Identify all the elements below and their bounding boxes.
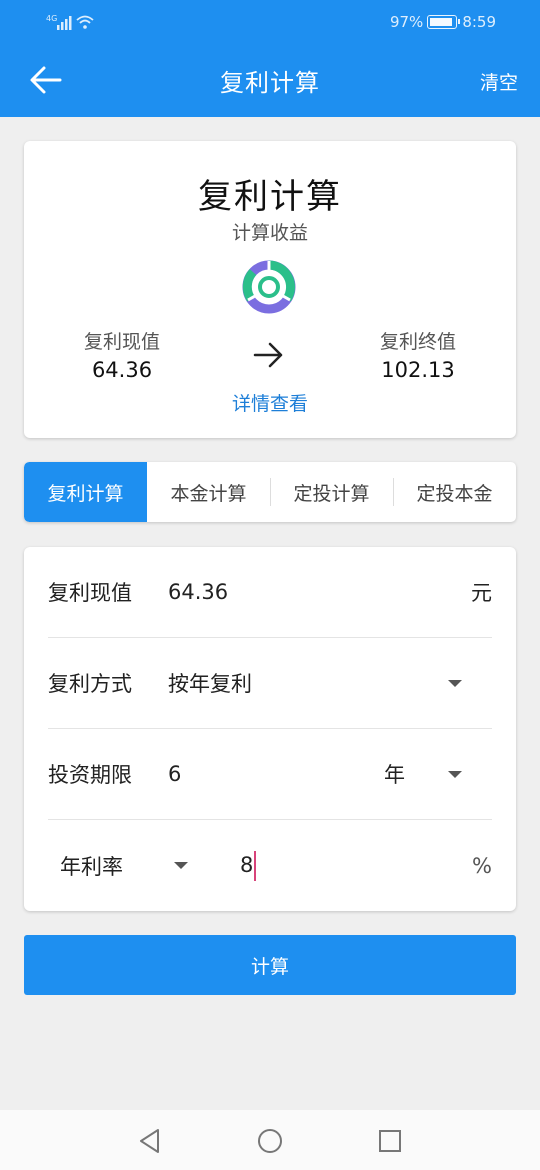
square-recents-icon[interactable]	[375, 1126, 405, 1156]
rate-input[interactable]: 8	[240, 850, 257, 881]
signal-icon: 4G	[46, 14, 94, 30]
tab-periodic-investment[interactable]: 定投计算	[270, 462, 393, 522]
compound-mode-select[interactable]: 按年复利	[168, 668, 252, 698]
compound-mode-label: 复利方式	[48, 672, 132, 696]
battery-icon	[427, 15, 461, 29]
summary-card: 复利计算 计算收益 复利现值 64.36 复利终值 102.13 详情查看	[24, 141, 516, 438]
chevron-down-icon[interactable]	[448, 680, 462, 687]
battery-percent: 97%	[389, 13, 424, 31]
circle-home-icon[interactable]	[255, 1126, 285, 1156]
term-unit-select[interactable]: 年	[384, 759, 405, 789]
text-cursor	[254, 850, 257, 881]
tab-compound[interactable]: 复利计算	[24, 462, 147, 522]
compound-mode-row[interactable]: 复利方式 按年复利	[48, 638, 492, 729]
rate-type-select[interactable]: 年利率	[60, 851, 123, 881]
summary-title: 复利计算	[198, 177, 342, 217]
details-link[interactable]: 详情查看	[24, 389, 516, 416]
future-value-label: 复利终值	[379, 331, 456, 353]
term-row: 投资期限 6 年	[48, 729, 492, 820]
svg-text:4G: 4G	[46, 14, 57, 23]
chevron-down-icon[interactable]	[174, 862, 188, 869]
present-value: 64.36	[91, 358, 153, 382]
percent-unit: %	[472, 853, 492, 878]
status-time: 8:59	[462, 13, 496, 31]
chevron-down-icon[interactable]	[448, 771, 462, 778]
present-value-field-label: 复利现值	[48, 581, 132, 605]
arrow-right-icon	[253, 342, 283, 368]
term-input[interactable]: 6	[168, 762, 181, 786]
system-nav-bar	[0, 1110, 540, 1170]
calculate-button[interactable]: 计算	[24, 935, 516, 995]
clear-button[interactable]: 清空	[480, 68, 518, 95]
calculator-tabs: 复利计算 本金计算 定投计算 定投本金	[24, 462, 516, 522]
tab-principal[interactable]: 本金计算	[147, 462, 270, 522]
tab-periodic-principal[interactable]: 定投本金	[393, 462, 516, 522]
present-value-label: 复利现值	[83, 331, 160, 353]
donut-chart-icon	[242, 260, 296, 314]
summary-subtitle: 计算收益	[231, 222, 308, 244]
status-right: 97% 8:59	[390, 11, 496, 33]
page-title: 复利计算	[220, 69, 320, 97]
triangle-back-icon[interactable]	[135, 1126, 165, 1156]
form-card: 复利现值 64.36 元 复利方式 按年复利 投资期限 6 年 年利率 8 %	[24, 547, 516, 911]
app-bar: 4G 97% 8:59 复利计算 清空	[0, 0, 540, 117]
present-value-input[interactable]: 64.36	[168, 580, 228, 604]
currency-unit: 元	[471, 581, 492, 605]
future-value: 102.13	[381, 358, 455, 382]
rate-value: 8	[240, 852, 254, 877]
rate-row: 年利率 8 %	[48, 820, 492, 911]
present-value-row: 复利现值 64.36 元	[48, 547, 492, 638]
term-label: 投资期限	[48, 763, 132, 787]
